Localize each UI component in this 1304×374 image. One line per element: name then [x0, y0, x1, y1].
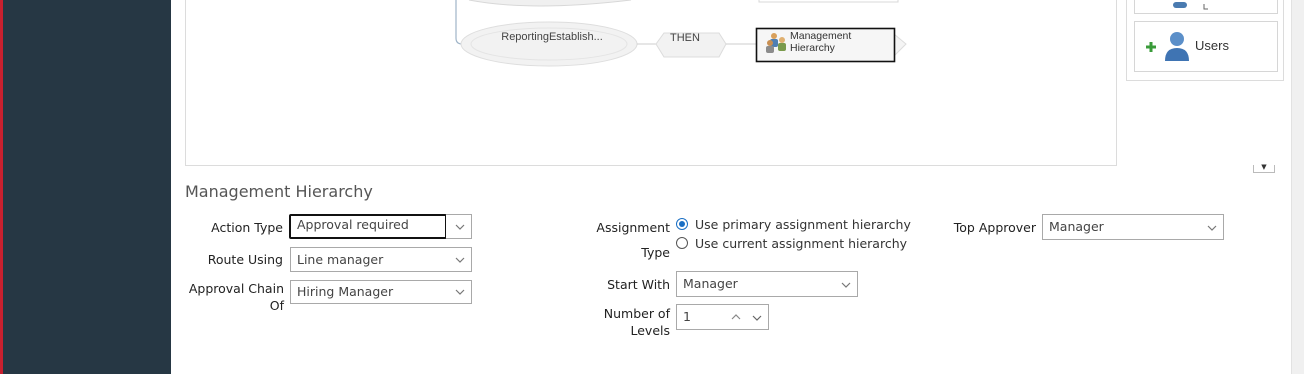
- chevron-up-icon[interactable]: [729, 312, 743, 322]
- start-with-label: Start With: [607, 277, 670, 292]
- approval-chain-label-line1: Approval Chain: [188, 281, 284, 296]
- palette-item-users[interactable]: Users: [1134, 21, 1278, 72]
- side-navigation-panel: [3, 0, 171, 374]
- radio-button[interactable]: [676, 237, 688, 249]
- assignment-type-label-line2: Type: [641, 245, 670, 260]
- chevron-down-icon: [455, 289, 465, 295]
- top-approver-select[interactable]: Manager: [1042, 214, 1224, 240]
- rule-diagram: [455, 0, 907, 67]
- action-type-label: Action Type: [211, 220, 283, 235]
- action-node-label-line2: Hierarchy: [790, 42, 835, 54]
- palette-users-label: Users: [1195, 38, 1229, 53]
- chevron-down-icon: [455, 224, 465, 230]
- action-node-arrow: [893, 32, 907, 58]
- assignment-type-label: Assignment Type: [590, 219, 670, 261]
- person-icon: [1173, 2, 1187, 8]
- user-icon: [1165, 32, 1189, 61]
- then-node-label[interactable]: THEN: [670, 32, 700, 44]
- start-with-select[interactable]: Manager: [676, 271, 858, 297]
- action-node-label-line1: Management: [790, 30, 852, 42]
- radio-current-label: Use current assignment hierarchy: [695, 235, 908, 251]
- start-with-value: Manager: [683, 276, 738, 291]
- number-of-levels-label-line1: Number of: [603, 306, 670, 321]
- assignment-type-label-line1: Assignment: [596, 220, 670, 235]
- section-title: Management Hierarchy: [185, 182, 373, 201]
- previous-condition-node: [468, 0, 632, 7]
- previous-action-node: [758, 0, 899, 3]
- route-using-label: Route Using: [207, 252, 283, 267]
- action-type-value: Approval required: [297, 217, 409, 232]
- approval-chain-label-line2: Of: [269, 298, 284, 313]
- number-of-levels-label: Number of Levels: [590, 305, 670, 339]
- partial-label-fragment: [1203, 4, 1208, 10]
- condition-node-label[interactable]: ReportingEstablish...: [492, 31, 612, 43]
- collapse-toggle[interactable]: ▼: [1253, 164, 1275, 173]
- approval-chain-value: Hiring Manager: [297, 284, 394, 299]
- radio-primary-label: Use primary assignment hierarchy: [695, 216, 911, 232]
- number-of-levels-value: 1: [683, 309, 691, 324]
- route-using-select[interactable]: Line manager: [290, 247, 472, 272]
- top-approver-label: Top Approver: [953, 220, 1036, 235]
- radio-primary-assignment[interactable]: Use primary assignment hierarchy: [676, 215, 911, 233]
- approval-chain-select[interactable]: Hiring Manager: [290, 280, 472, 304]
- chevron-down-icon[interactable]: [750, 313, 764, 323]
- action-node-label[interactable]: Management Hierarchy: [790, 30, 851, 54]
- route-using-value: Line manager: [297, 252, 384, 267]
- action-palette: Users: [1126, 0, 1284, 81]
- action-type-select[interactable]: Approval required: [289, 214, 447, 239]
- vertical-scrollbar[interactable]: [1291, 0, 1304, 374]
- chevron-down-icon: [1207, 225, 1217, 231]
- approval-chain-label: Approval Chain Of: [185, 280, 284, 314]
- number-of-levels-stepper[interactable]: 1: [676, 304, 769, 330]
- radio-button-selected[interactable]: [676, 218, 688, 230]
- radio-current-assignment[interactable]: Use current assignment hierarchy: [676, 234, 907, 252]
- add-icon: [1146, 42, 1156, 52]
- chevron-down-icon: [841, 282, 851, 288]
- rule-diagram-canvas: ReportingEstablish... THEN Management Hi…: [185, 0, 1117, 166]
- palette-item-partial[interactable]: [1134, 0, 1278, 14]
- number-of-levels-label-line2: Levels: [630, 323, 670, 338]
- top-approver-value: Manager: [1049, 219, 1104, 234]
- action-type-dropdown-button[interactable]: [446, 214, 472, 239]
- chevron-down-icon: [455, 257, 465, 263]
